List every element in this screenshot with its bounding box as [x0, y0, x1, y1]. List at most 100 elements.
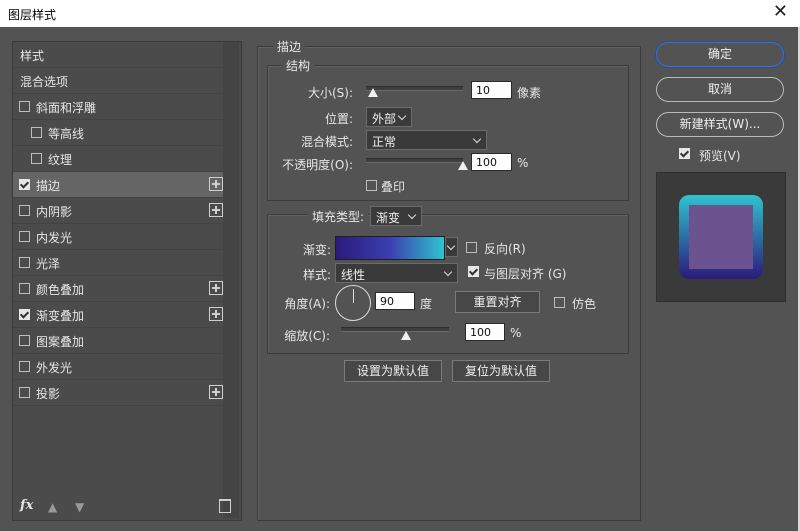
window-title: 图层样式	[8, 8, 57, 22]
position-select[interactable]: 外部	[366, 107, 412, 127]
style-list-item[interactable]: 渐变叠加	[13, 302, 223, 328]
position-label: 位置:	[324, 112, 353, 126]
opacity-slider[interactable]	[366, 158, 463, 163]
style-list-item[interactable]: 纹理	[13, 146, 223, 172]
size-unit: 像素	[517, 86, 542, 100]
gradient-swatch[interactable]	[335, 236, 445, 260]
opacity-slider-thumb[interactable]	[458, 161, 468, 170]
scale-input[interactable]: 100	[465, 323, 505, 341]
set-default-button[interactable]: 设置为默认值	[344, 360, 442, 382]
style-list-item[interactable]: 混合选项	[13, 68, 223, 94]
style-item-label: 等高线	[48, 127, 85, 141]
styles-list-items: 样式混合选项斜面和浮雕等高线纹理描边内阴影内发光光泽颜色叠加渐变叠加图案叠加外发…	[13, 42, 223, 442]
align-with-layer-checkbox[interactable]	[468, 266, 479, 277]
style-list-item[interactable]: 投影	[13, 380, 223, 406]
angle-input[interactable]: 90	[375, 292, 415, 310]
style-item-label: 斜面和浮雕	[36, 101, 97, 115]
style-item-checkbox[interactable]	[19, 335, 30, 346]
preview-checkbox[interactable]	[679, 148, 690, 159]
style-item-checkbox[interactable]	[19, 309, 30, 320]
style-item-label: 投影	[36, 387, 61, 401]
opacity-input[interactable]: 100	[471, 153, 512, 171]
style-item-label: 外发光	[36, 361, 73, 375]
add-effect-icon[interactable]	[209, 281, 223, 295]
style-item-label: 图案叠加	[36, 335, 85, 349]
size-slider-thumb[interactable]	[367, 88, 378, 97]
add-effect-icon[interactable]	[209, 177, 223, 191]
style-item-label: 混合选项	[20, 75, 69, 89]
stroke-section-title: 描边	[273, 38, 306, 55]
add-effect-icon[interactable]	[209, 385, 223, 399]
fill-type-select[interactable]: 渐变	[370, 206, 422, 226]
style-list-item[interactable]: 图案叠加	[13, 328, 223, 354]
size-input[interactable]: 10	[471, 81, 512, 99]
style-item-checkbox[interactable]	[19, 101, 30, 112]
ok-button[interactable]: 确定	[656, 42, 784, 67]
style-list-item[interactable]: 外发光	[13, 354, 223, 380]
scale-slider-thumb[interactable]	[400, 331, 411, 340]
gradient-label: 渐变:	[302, 243, 331, 257]
style-list-item[interactable]: 内阴影	[13, 198, 223, 224]
reverse-checkbox[interactable]	[466, 242, 477, 253]
style-item-label: 光泽	[36, 257, 61, 271]
add-effect-icon[interactable]	[209, 307, 223, 321]
dither-label: 仿色	[572, 297, 597, 311]
style-item-label: 样式	[20, 49, 45, 63]
style-item-checkbox[interactable]	[19, 205, 30, 216]
style-item-checkbox[interactable]	[31, 153, 42, 164]
style-item-checkbox[interactable]	[19, 361, 30, 372]
style-item-label: 内阴影	[36, 205, 73, 219]
scale-unit: %	[510, 326, 522, 340]
blend-mode-select[interactable]: 正常	[366, 130, 487, 150]
angle-unit: 度	[420, 297, 433, 311]
style-item-checkbox[interactable]	[19, 387, 30, 398]
style-item-label: 颜色叠加	[36, 283, 85, 297]
style-item-label: 纹理	[48, 153, 73, 167]
reset-default-button[interactable]: 复位为默认值	[452, 360, 550, 382]
fill-type-label: 填充类型:	[308, 208, 369, 225]
angle-dial[interactable]	[335, 285, 371, 321]
style-list-item[interactable]: 颜色叠加	[13, 276, 223, 302]
style-item-label: 内发光	[36, 231, 73, 245]
style-list-item[interactable]: 斜面和浮雕	[13, 94, 223, 120]
scale-label: 缩放(C):	[284, 329, 330, 343]
style-item-label: 渐变叠加	[36, 309, 85, 323]
size-slider[interactable]	[366, 86, 463, 91]
fx-icon[interactable]: fx	[20, 498, 33, 513]
trash-icon[interactable]	[219, 499, 231, 513]
style-item-checkbox[interactable]	[19, 179, 30, 190]
style-select[interactable]: 线性	[335, 263, 458, 283]
cancel-button[interactable]: 取消	[656, 77, 784, 102]
align-with-layer-label: 与图层对齐 (G)	[484, 267, 567, 281]
opacity-label: 不透明度(O):	[282, 158, 353, 172]
style-list-item[interactable]: 等高线	[13, 120, 223, 146]
style-list-item[interactable]: 样式	[13, 42, 223, 68]
style-item-checkbox[interactable]	[19, 283, 30, 294]
reverse-label: 反向(R)	[484, 242, 526, 256]
dither-checkbox[interactable]	[554, 297, 565, 308]
close-icon[interactable]: ✕	[773, 2, 788, 22]
reset-alignment-button[interactable]: 重置对齐	[455, 291, 540, 313]
overprint-checkbox[interactable]	[366, 180, 377, 191]
style-preview	[656, 172, 786, 302]
preview-fill-shape	[689, 205, 753, 269]
style-list-item[interactable]: 光泽	[13, 250, 223, 276]
styles-list-scrollbar[interactable]	[223, 42, 239, 518]
blend-mode-label: 混合模式:	[300, 135, 353, 149]
style-list-item[interactable]: 描边	[13, 172, 223, 198]
structure-title: 结构	[282, 57, 315, 74]
move-down-icon[interactable]: ▼	[75, 500, 84, 514]
style-item-checkbox[interactable]	[19, 231, 30, 242]
move-up-icon[interactable]: ▲	[48, 500, 57, 514]
style-list-item[interactable]: 内发光	[13, 224, 223, 250]
style-item-checkbox[interactable]	[19, 257, 30, 268]
preview-label: 预览(V)	[699, 149, 741, 163]
angle-label: 角度(A):	[284, 297, 330, 311]
new-style-button[interactable]: 新建样式(W)...	[656, 112, 784, 137]
style-item-checkbox[interactable]	[31, 127, 42, 138]
scale-slider[interactable]	[341, 327, 449, 332]
add-effect-icon[interactable]	[209, 203, 223, 217]
gradient-dropdown-button[interactable]	[445, 237, 458, 257]
overprint-label: 叠印	[381, 180, 406, 194]
style-label: 样式:	[302, 268, 331, 282]
